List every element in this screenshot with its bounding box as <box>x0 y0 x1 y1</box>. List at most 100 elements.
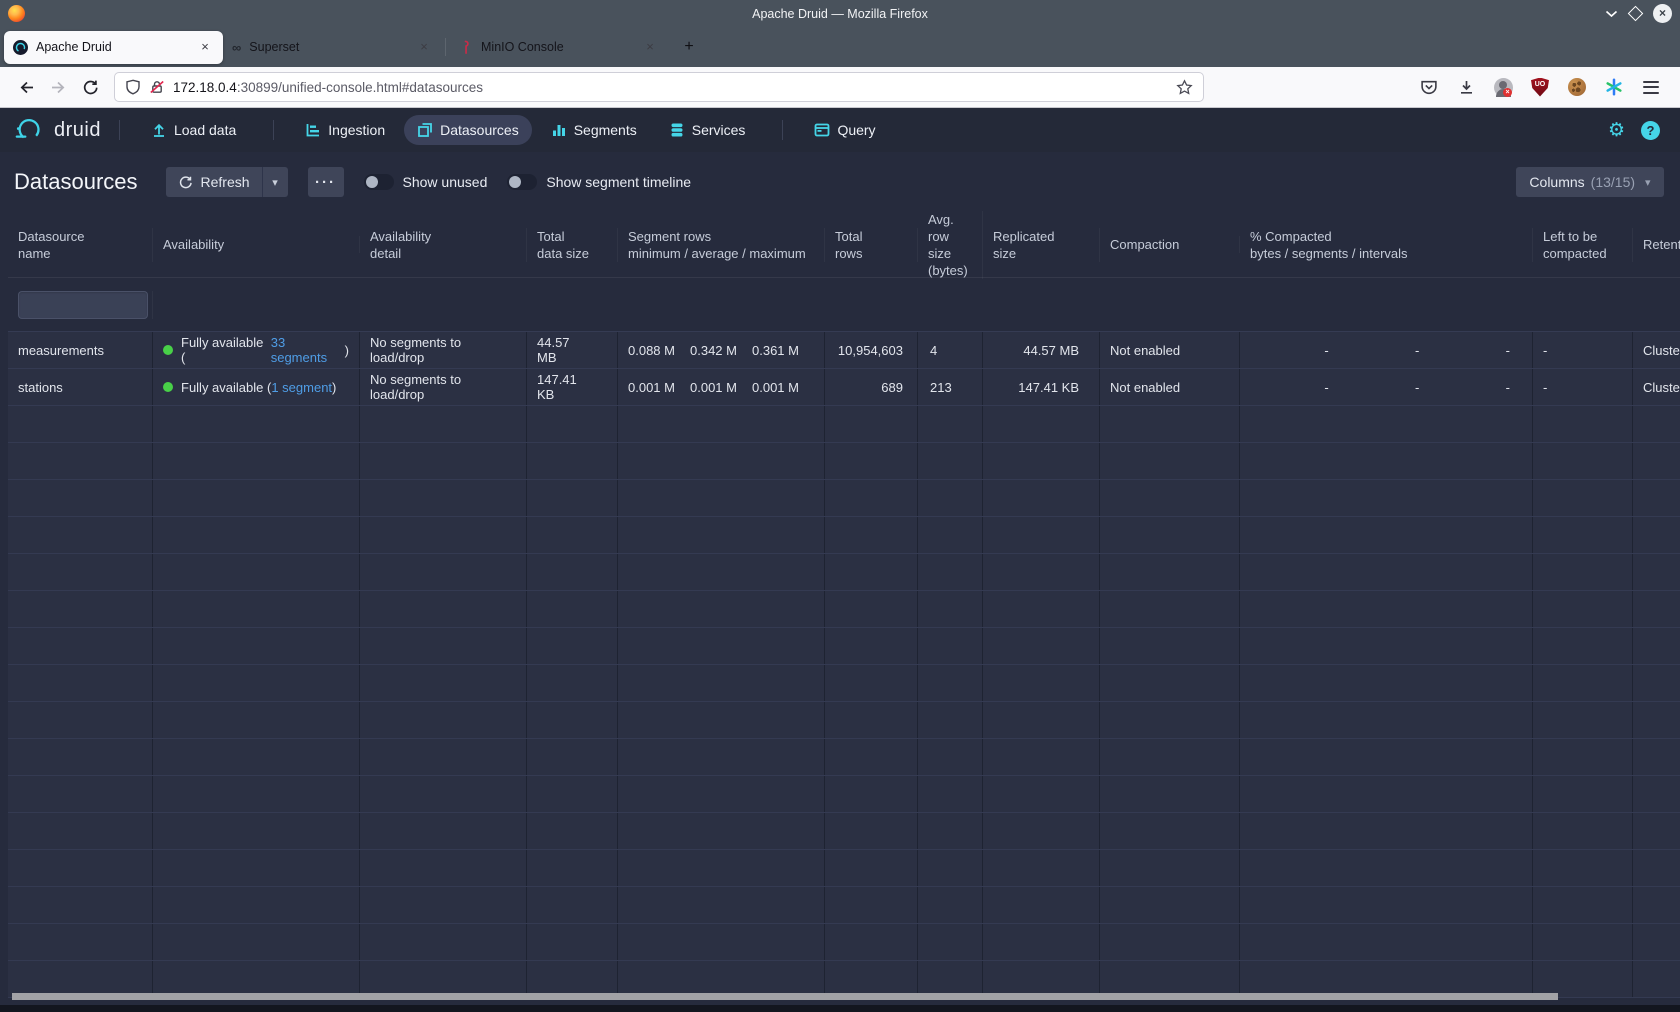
help-icon[interactable]: ? <box>1641 121 1660 140</box>
nav-item-segments[interactable]: Segments <box>538 115 650 145</box>
column-header-total-rows[interactable]: Totalrows <box>825 228 918 262</box>
bookmark-star-icon[interactable] <box>1176 79 1193 96</box>
downloads-icon[interactable] <box>1451 72 1481 102</box>
show-unused-toggle[interactable] <box>364 174 394 190</box>
console-icon <box>814 122 830 138</box>
window-minimize-button[interactable] <box>1605 10 1618 18</box>
window-bottom-edge <box>0 1005 1680 1012</box>
window-maximize-button[interactable] <box>1628 6 1644 22</box>
table-row-empty <box>8 554 1680 591</box>
window-close-button[interactable]: × <box>1653 4 1672 23</box>
stacked-squares-icon <box>417 122 433 138</box>
window-title: Apache Druid — Mozilla Firefox <box>0 7 1680 21</box>
cell-segment-rows: 0.088 M0.342 M0.361 M <box>618 332 825 368</box>
url-bar[interactable]: 172.18.0.4:30899/unified-console.html#da… <box>114 72 1204 102</box>
cell-total-rows: 689 <box>825 369 918 405</box>
nav-divider <box>119 120 120 140</box>
nav-item-datasources[interactable]: Datasources <box>404 115 532 145</box>
cell-availability: Fully available (33 segments) <box>153 332 360 368</box>
reload-button[interactable] <box>74 72 106 102</box>
column-header-availability-detail[interactable]: Availabilitydetail <box>360 228 527 262</box>
back-button[interactable] <box>10 72 42 102</box>
tab-label: MinIO Console <box>481 40 633 54</box>
table-row-empty <box>8 591 1680 628</box>
column-header-compaction[interactable]: Compaction <box>1100 236 1240 253</box>
column-header-left-to-be-compacted[interactable]: Left to becompacted <box>1533 228 1633 262</box>
tracking-shield-icon[interactable] <box>125 79 141 95</box>
forward-button[interactable] <box>42 72 74 102</box>
cell-avg-row-size: 213 <box>918 369 983 405</box>
page-title: Datasources <box>14 169 138 195</box>
column-header-avg-row-size[interactable]: Avg. row size(bytes) <box>918 211 983 279</box>
cell-availability-detail: No segments to load/drop <box>360 332 527 368</box>
database-icon <box>669 122 685 138</box>
pocket-icon[interactable] <box>1414 72 1444 102</box>
table-row-empty <box>8 924 1680 961</box>
tab-close-icon[interactable]: × <box>641 38 659 56</box>
druid-console: druid Load data Ingestion Datasources Se… <box>0 108 1680 1012</box>
ublock-origin-icon[interactable]: UO <box>1525 72 1555 102</box>
table-row-empty <box>8 702 1680 739</box>
tab-minio-console[interactable]: MinIO Console × <box>449 31 668 64</box>
account-extension-icon[interactable]: × <box>1488 72 1518 102</box>
upload-icon <box>151 122 167 138</box>
asterisk-extension-icon[interactable] <box>1599 72 1629 102</box>
column-header-datasource-name[interactable]: Datasourcename <box>8 228 153 262</box>
refresh-icon <box>178 175 193 190</box>
tab-bar: Apache Druid × ∞ Superset × MinIO Consol… <box>0 27 1680 67</box>
datasources-table: Datasourcename Availability Availability… <box>8 212 1680 998</box>
more-actions-button[interactable]: ··· <box>308 167 344 197</box>
table-row-empty <box>8 628 1680 665</box>
nav-item-ingestion[interactable]: Ingestion <box>292 115 398 145</box>
refresh-button[interactable]: Refresh <box>166 167 262 197</box>
new-tab-button[interactable]: + <box>676 34 702 60</box>
table-row-empty <box>8 665 1680 702</box>
table-row-empty <box>8 517 1680 554</box>
browser-toolbar: 172.18.0.4:30899/unified-console.html#da… <box>0 67 1680 108</box>
bar-chart-icon <box>551 122 567 138</box>
column-header-pct-compacted[interactable]: % Compactedbytes / segments / intervals <box>1240 228 1533 262</box>
url-text: 172.18.0.4:30899/unified-console.html#da… <box>173 80 1168 95</box>
datasource-name-filter-input[interactable] <box>18 291 148 319</box>
table-empty-rows <box>8 406 1680 998</box>
nav-item-query[interactable]: Query <box>801 115 888 145</box>
tab-label: Apache Druid <box>36 40 188 54</box>
segments-count-link[interactable]: 1 segment <box>271 380 332 395</box>
cell-pct-compacted: --- <box>1240 332 1533 368</box>
toggle-knob <box>366 176 378 188</box>
shield-icon: UO <box>1531 78 1549 97</box>
column-header-retention[interactable]: Retention <box>1633 236 1680 253</box>
show-segment-timeline-toggle[interactable] <box>507 174 537 190</box>
nav-item-services[interactable]: Services <box>656 115 759 145</box>
columns-button[interactable]: Columns (13/15) ▾ <box>1516 167 1664 197</box>
segments-count-link[interactable]: 33 segments <box>271 335 345 365</box>
table-row-empty <box>8 443 1680 480</box>
table-row-stations[interactable]: stations Fully available (1 segment) No … <box>8 369 1680 406</box>
cell-total-data-size: 44.57 MB <box>527 332 618 368</box>
cell-pct-compacted: --- <box>1240 369 1533 405</box>
tab-close-icon[interactable]: × <box>415 38 433 56</box>
cell-datasource-name: stations <box>8 369 153 405</box>
insecure-lock-icon[interactable] <box>149 79 165 95</box>
column-header-segment-rows[interactable]: Segment rowsminimum / average / maximum <box>618 228 825 262</box>
horizontal-scrollbar[interactable] <box>12 993 1558 1000</box>
cell-datasource-name: measurements <box>8 332 153 368</box>
nav-item-load-data[interactable]: Load data <box>138 115 249 145</box>
menu-hamburger-icon[interactable] <box>1636 72 1666 102</box>
cookie-extension-icon[interactable] <box>1562 72 1592 102</box>
tab-close-icon[interactable]: × <box>196 38 214 56</box>
druid-logo[interactable]: druid <box>14 117 101 144</box>
column-header-total-data-size[interactable]: Totaldata size <box>527 228 618 262</box>
tab-superset[interactable]: ∞ Superset × <box>223 31 442 64</box>
settings-gear-icon[interactable]: ⚙ <box>1608 121 1625 140</box>
cell-replicated-size: 147.41 KB <box>983 369 1100 405</box>
table-row-empty <box>8 406 1680 443</box>
column-header-replicated-size[interactable]: Replicatedsize <box>983 228 1100 262</box>
cell-retention: Cluster default: P2W <box>1633 332 1680 368</box>
table-row-measurements[interactable]: measurements Fully available (33 segment… <box>8 332 1680 369</box>
refresh-dropdown-button[interactable]: ▾ <box>262 167 288 197</box>
table-row-empty <box>8 776 1680 813</box>
column-header-availability[interactable]: Availability <box>153 236 360 253</box>
tab-apache-druid[interactable]: Apache Druid × <box>4 31 223 64</box>
page-header: Datasources Refresh ▾ ··· Show unused Sh… <box>0 152 1680 212</box>
